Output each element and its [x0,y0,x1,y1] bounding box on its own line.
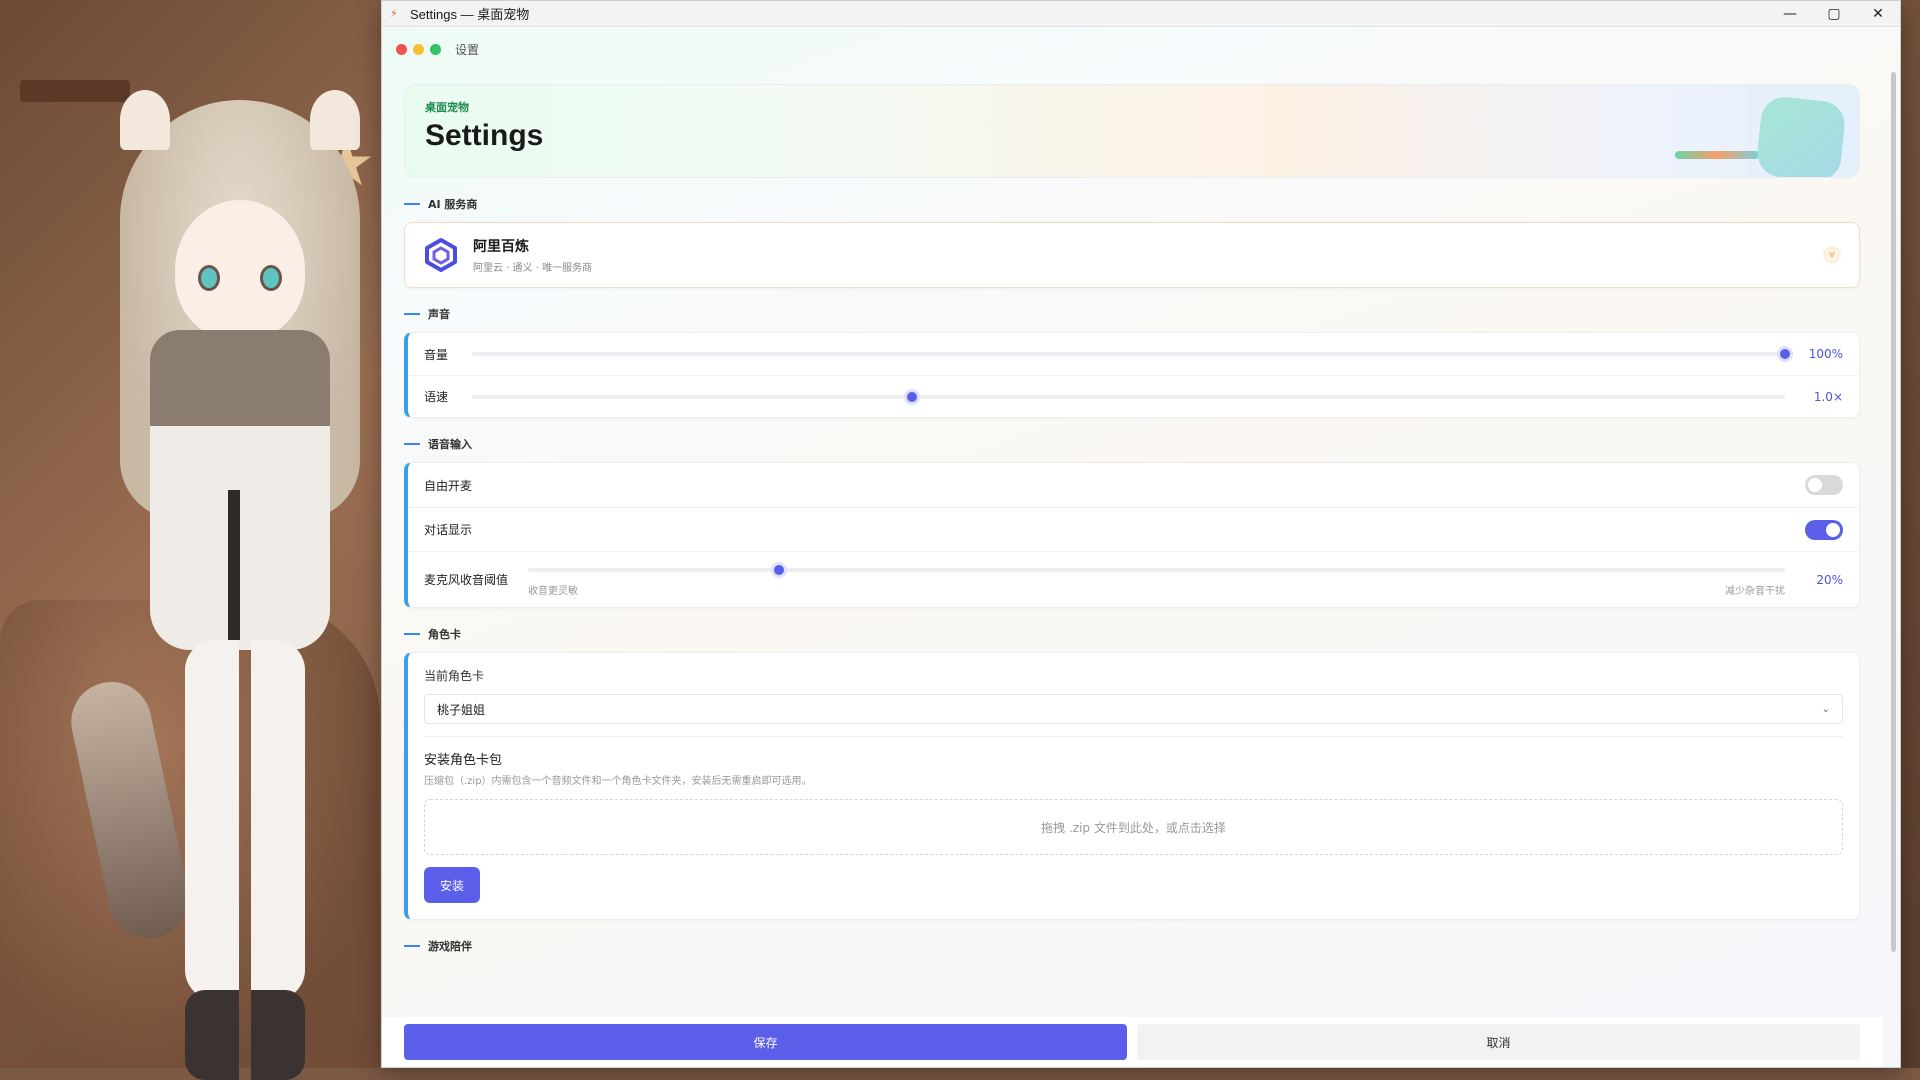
zip-dropzone[interactable]: 拖拽 .zip 文件到此处，或点击选择 [424,799,1843,855]
speed-slider[interactable] [472,388,1785,405]
character-card: 当前角色卡 桃子姐姐 ⌄ 安装角色卡包 压缩包（.zip）内需包含一个音频文件和… [404,652,1860,920]
character-left-eye [198,265,220,291]
provider-name: 阿里百炼 [473,239,529,255]
character-tail [63,674,197,946]
volume-row: 音量 100% [408,333,1859,375]
settings-window: ⚡ Settings — 桌面宠物 — ▢ ✕ 设置 桌面宠物 Settings… [381,0,1901,1068]
show-dialog-label: 对话显示 [424,523,473,537]
section-dash [404,443,420,445]
settings-client: 设置 桌面宠物 Settings AI 服务商 阿里百炼 阿里云 · 通义 · … [382,28,1900,1067]
minimize-button[interactable]: — [1768,1,1812,27]
character-right-ear [310,90,360,150]
mic-threshold-row: 麦克风收音阈值 收音更灵敏 减少杂音干扰 20% [408,551,1859,607]
scrollbar-thumb[interactable] [1891,72,1896,952]
qwen-logo-icon [425,238,457,272]
show-dialog-toggle[interactable] [1805,519,1843,540]
window-controls: — ▢ ✕ [1768,1,1900,26]
settings-scroll-area[interactable]: 桌面宠物 Settings AI 服务商 阿里百炼 阿里云 · 通义 · 唯一服… [382,70,1882,1017]
desktop-pet-character[interactable] [63,60,380,1080]
section-dash [404,203,420,205]
current-character-label: 当前角色卡 [424,669,485,683]
provider-text: 阿里百炼 阿里云 · 通义 · 唯一服务商 [473,236,592,274]
free-mic-toggle[interactable] [1805,475,1843,495]
speed-row: 语速 1.0× [408,375,1859,417]
character-select[interactable]: 桃子姐姐 ⌄ [424,694,1843,724]
maximize-button[interactable]: ▢ [1812,1,1856,27]
volume-value: 100% [1808,347,1843,361]
app-topbar: 设置 [382,28,1900,70]
hero-decoration-blob [1755,94,1847,177]
speed-label: 语速 [424,390,449,404]
mic-threshold-control: 收音更灵敏 减少杂音干扰 [528,552,1785,607]
section-title: 游戏陪伴 [428,940,472,953]
install-pack-title: 安装角色卡包 [424,753,503,768]
show-dialog-row: 对话显示 [408,507,1859,551]
section-title: 角色卡 [428,628,461,641]
traffic-light-green[interactable] [430,43,441,55]
mic-threshold-slider-thumb[interactable] [771,562,788,578]
traffic-light-yellow[interactable] [413,43,424,55]
section-character: 角色卡 [404,626,1860,642]
section-title: 声音 [428,308,450,321]
volume-slider[interactable] [472,346,1793,362]
close-button[interactable]: ✕ [1856,1,1900,27]
app-icon: ⚡ [390,6,398,20]
character-face [175,200,305,340]
section-ai-provider: AI 服务商 [404,196,1860,212]
section-voice: 声音 [404,306,1860,322]
free-mic-label: 自由开麦 [424,478,473,493]
voice-input-card: 自由开麦 对话显示 麦克风收音阈值 收音更灵敏 减少杂音干扰 20% [404,462,1860,608]
window-title: Settings — 桌面宠物 [410,7,530,22]
traffic-light-red[interactable] [396,43,407,55]
free-mic-row: 自由开麦 [408,463,1859,507]
chevron-down-icon[interactable]: v [1823,246,1841,264]
character-dress [150,330,330,650]
character-left-ear [120,90,170,150]
character-ribbon [228,490,240,640]
character-legs [185,640,305,1000]
threshold-right-hint: 减少杂音干扰 [1725,586,1785,597]
title-bar[interactable]: ⚡ Settings — 桌面宠物 — ▢ ✕ [382,1,1900,27]
section-dash [404,633,420,635]
save-button[interactable]: 保存 [404,1024,1127,1060]
threshold-left-hint: 收音更灵敏 [528,586,578,597]
page-title: Settings [425,119,544,152]
section-dash [404,945,420,947]
mic-threshold-value: 20% [1816,572,1843,587]
toggle-knob [1808,478,1822,492]
hero-banner: 桌面宠物 Settings [404,84,1860,178]
install-pack-description: 压缩包（.zip）内需包含一个音频文件和一个角色卡文件夹，安装后无需重启即可选用… [424,776,812,787]
provider-selector[interactable]: 阿里百炼 阿里云 · 通义 · 唯一服务商 v [404,222,1860,288]
hero-eyebrow: 桌面宠物 [425,101,469,114]
topbar-title: 设置 [455,42,480,57]
character-right-eye [260,265,282,291]
mic-threshold-label: 麦克风收音阈值 [424,573,509,587]
voice-card: 音量 100% 语速 1.0× [404,332,1860,418]
section-title: 语音输入 [428,438,472,451]
section-title: AI 服务商 [428,198,478,211]
speed-slider-thumb[interactable] [903,388,920,405]
install-button[interactable]: 安装 [424,867,480,903]
divider [424,736,1843,737]
cancel-button[interactable]: 取消 [1137,1024,1860,1060]
section-dash [404,313,420,315]
volume-slider-thumb[interactable] [1777,346,1793,362]
volume-label: 音量 [424,347,449,362]
speed-value: 1.0× [1813,389,1843,404]
hero-decoration-bar [1675,151,1759,159]
section-game: 游戏陪伴 [404,938,1860,954]
toggle-knob [1826,522,1840,537]
character-boots [185,990,305,1080]
section-voice-input: 语音输入 [404,436,1860,452]
footer-actions: 保存 取消 [382,1017,1882,1067]
provider-subtitle: 阿里云 · 通义 · 唯一服务商 [473,263,593,274]
chevron-down-icon: ⌄ [1821,703,1830,715]
character-select-value: 桃子姐姐 [437,702,486,717]
mic-threshold-slider[interactable] [528,562,1785,578]
